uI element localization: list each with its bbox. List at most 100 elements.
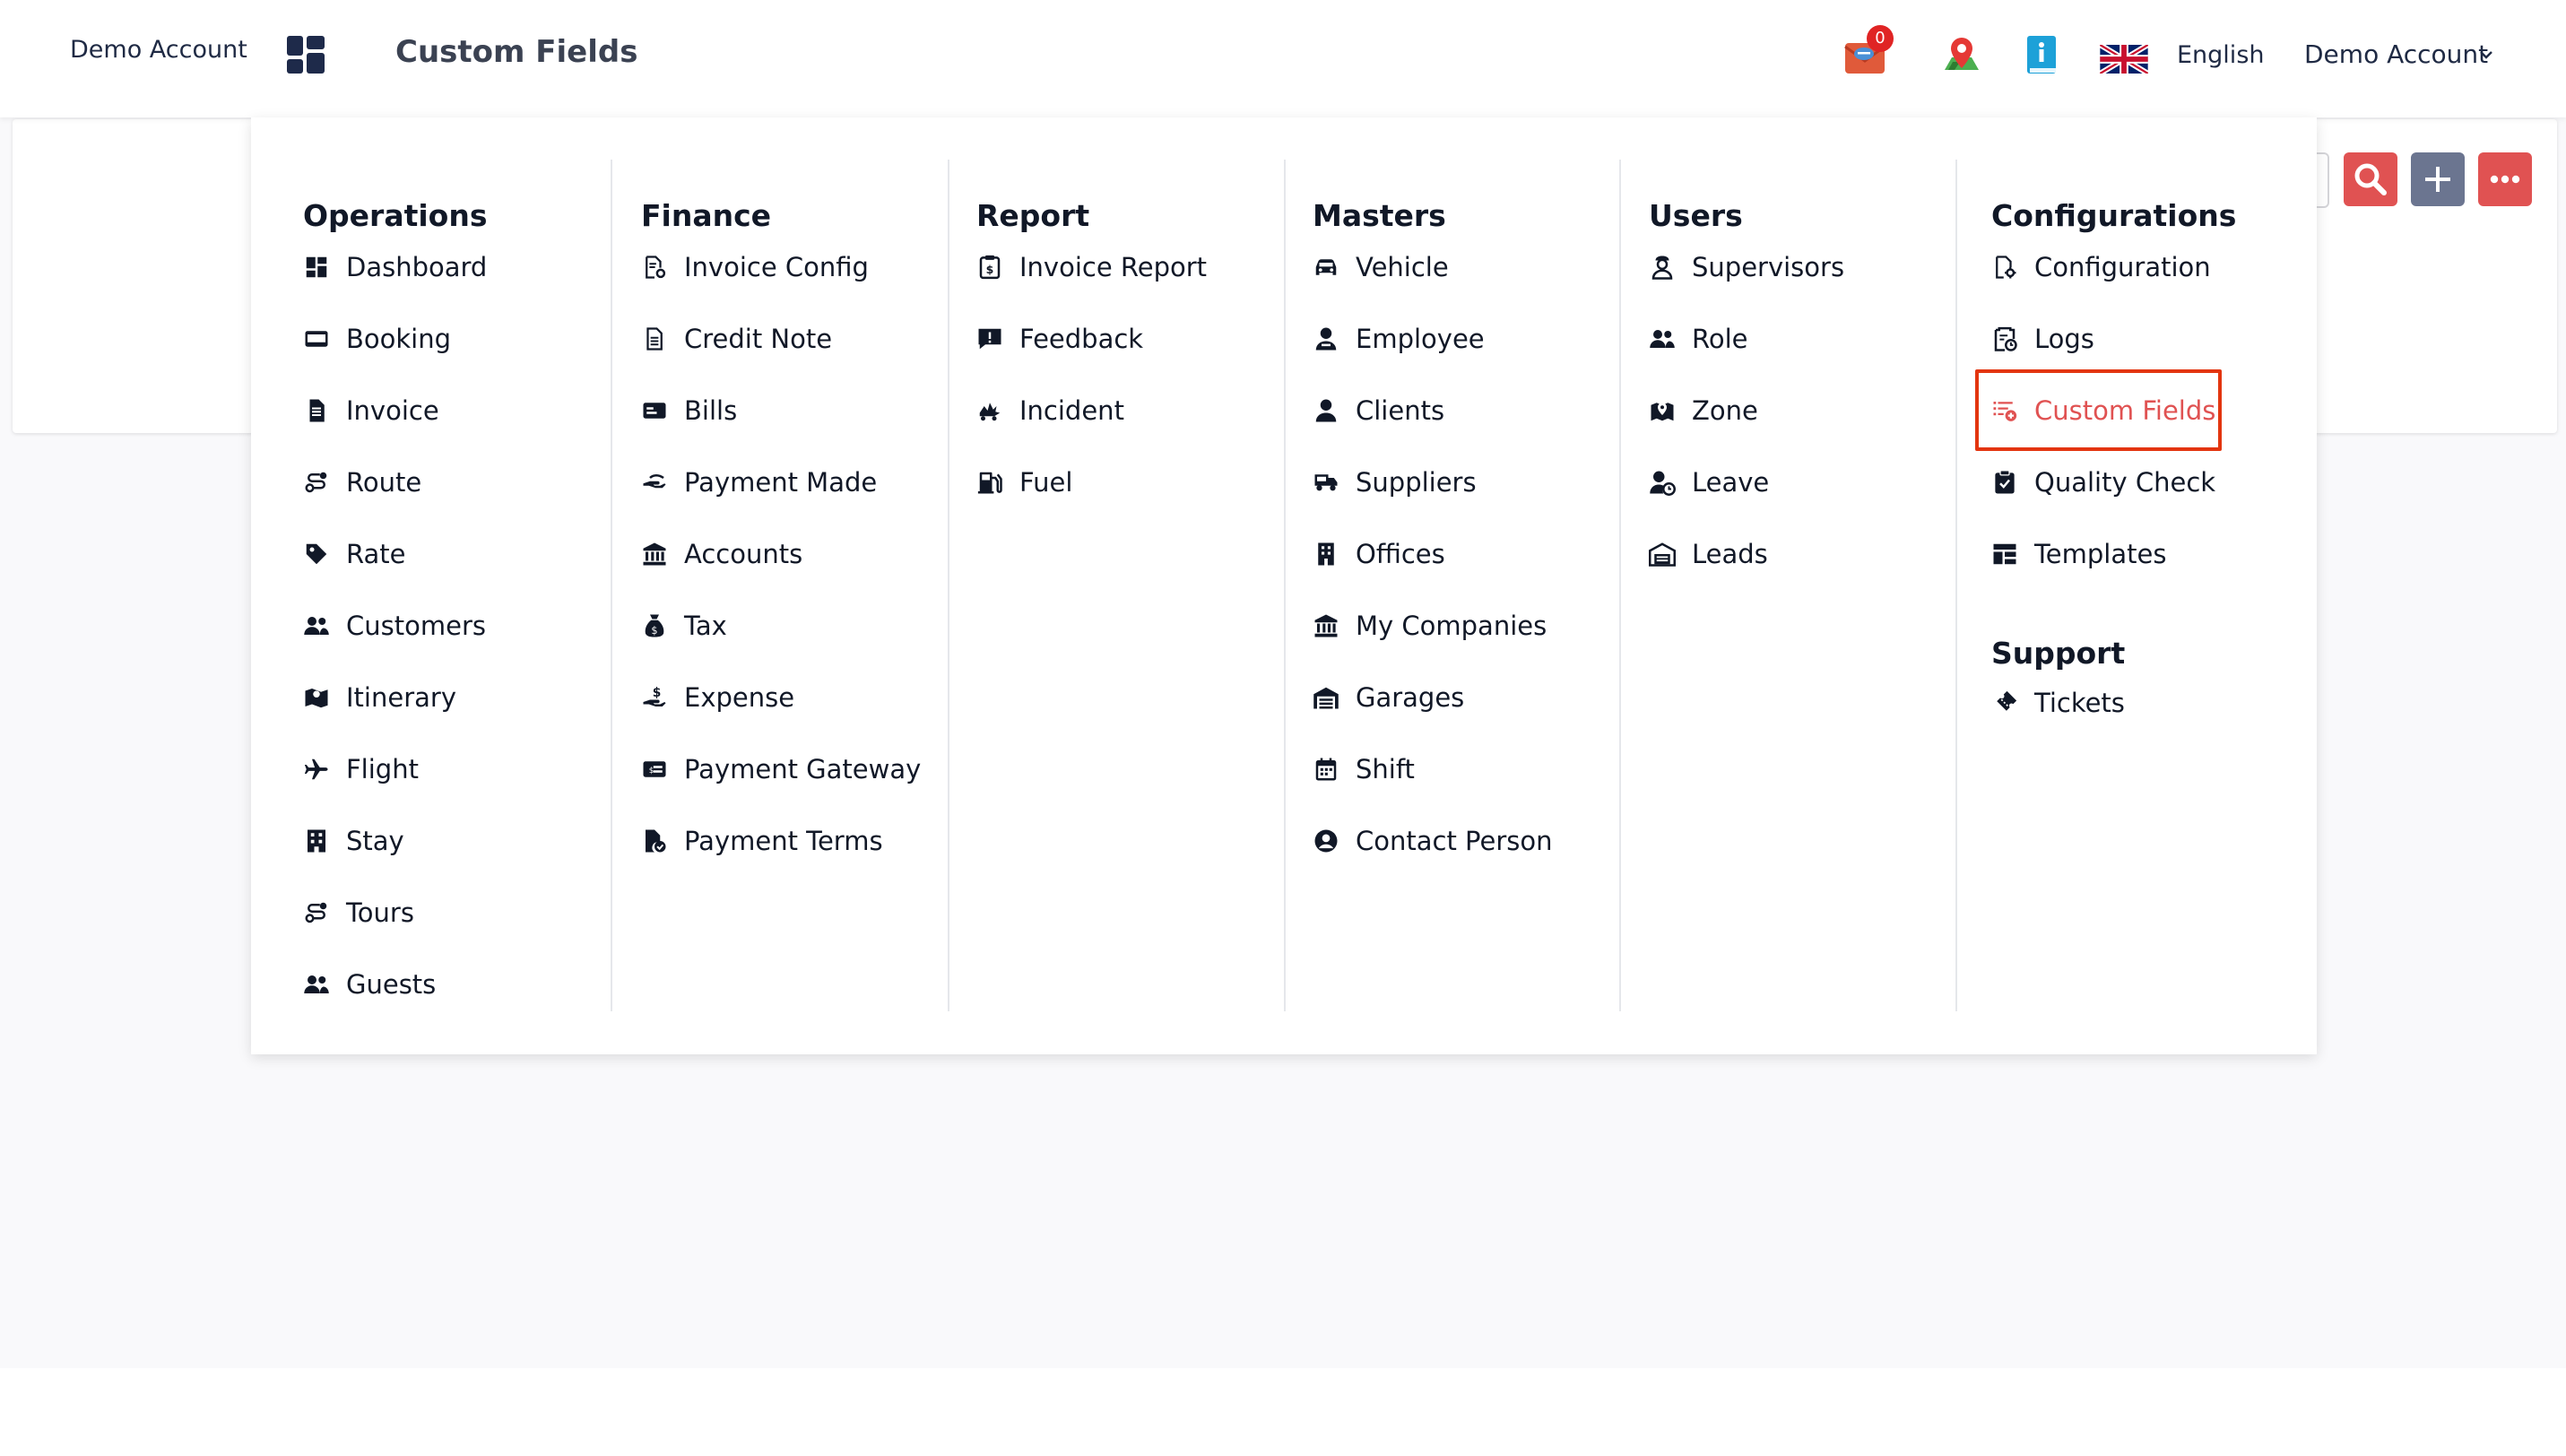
add-button[interactable] — [2411, 152, 2465, 206]
menu-item-credit-note[interactable]: Credit Note — [641, 319, 832, 359]
menu-item-suppliers[interactable]: Suppliers — [1313, 463, 1477, 502]
menu-column-report: Report Invoice Report Feedback Incident Fue… — [976, 160, 1272, 1011]
menu-item-expense[interactable]: Expense — [641, 678, 794, 717]
menu-item-quality-check[interactable]: Quality Check — [1991, 463, 2215, 502]
help-book-icon[interactable] — [2019, 32, 2064, 77]
menu-item-rate[interactable]: Rate — [303, 534, 406, 574]
menu-item-feedback[interactable]: Feedback — [976, 319, 1143, 359]
menu-item-label: Quality Check — [2034, 467, 2216, 498]
menu-item-label: Credit Note — [684, 324, 833, 354]
menu-item-tickets[interactable]: Tickets — [1991, 683, 2125, 723]
file-settings-icon — [1991, 254, 2018, 281]
menu-item-configuration[interactable]: Configuration — [1991, 247, 2211, 287]
menu-item-label: Itinerary — [346, 682, 456, 713]
file-gear-icon — [641, 254, 668, 281]
language-selector[interactable]: English — [2177, 41, 2265, 69]
menu-item-garages[interactable]: Garages — [1313, 678, 1464, 717]
menu-item-guests[interactable]: Guests — [303, 965, 436, 1004]
finance-heading: Finance — [641, 198, 772, 233]
menu-item-label: Shift — [1356, 754, 1415, 784]
menu-item-label: Expense — [684, 682, 795, 713]
search-button[interactable] — [2344, 152, 2397, 206]
hand-money-icon — [641, 469, 668, 496]
menu-item-stay[interactable]: Stay — [303, 821, 404, 861]
more-options-button[interactable] — [2478, 152, 2532, 206]
user-menu[interactable]: Demo Account — [2304, 39, 2488, 69]
menu-column-users: Users Supervisors Role Zone Leave Leads — [1649, 160, 1945, 1011]
page-title: Custom Fields — [395, 34, 638, 70]
booking-icon — [303, 325, 330, 352]
clipboard-check-icon — [1991, 469, 2018, 496]
menu-item-payment-made[interactable]: Payment Made — [641, 463, 877, 502]
menu-item-zone[interactable]: Zone — [1649, 391, 1758, 430]
support-heading: Support — [1991, 636, 2126, 671]
menu-item-shift[interactable]: Shift — [1313, 750, 1415, 789]
uk-flag-icon[interactable] — [2100, 45, 2148, 74]
menu-item-invoice-config[interactable]: Invoice Config — [641, 247, 869, 287]
menu-item-label: Employee — [1356, 324, 1485, 354]
money-bill-icon — [641, 397, 668, 424]
clipboard-clock-icon — [1991, 325, 2018, 352]
menu-item-clients[interactable]: Clients — [1313, 391, 1444, 430]
menu-item-label: Customers — [346, 611, 486, 641]
menu-item-dashboard[interactable]: Dashboard — [303, 247, 487, 287]
layout-icon — [1991, 541, 2018, 568]
menu-item-booking[interactable]: Booking — [303, 319, 451, 359]
route-icon — [303, 469, 330, 496]
gas-pump-icon — [976, 469, 1003, 496]
menu-item-leads[interactable]: Leads — [1649, 534, 1768, 574]
map-location-icon[interactable] — [1939, 34, 1984, 79]
menu-item-label: Zone — [1692, 395, 1758, 426]
menu-item-templates[interactable]: Templates — [1991, 534, 2166, 574]
menu-item-itinerary[interactable]: Itinerary — [303, 678, 456, 717]
menu-item-label: Tax — [684, 611, 727, 641]
menu-item-bills[interactable]: Bills — [641, 391, 737, 430]
menu-item-label: Payment Terms — [684, 826, 883, 856]
menu-item-label: Route — [346, 467, 422, 498]
guests-icon — [303, 971, 330, 998]
menu-item-route[interactable]: Route — [303, 463, 421, 502]
menu-item-label: Booking — [346, 324, 452, 354]
search-icon — [2354, 163, 2387, 195]
menu-item-vehicle[interactable]: Vehicle — [1313, 247, 1449, 287]
calendar-icon — [1313, 756, 1339, 783]
menu-item-role[interactable]: Role — [1649, 319, 1748, 359]
menu-item-label: Feedback — [1019, 324, 1144, 354]
menu-item-payment-gateway[interactable]: Payment Gateway — [641, 750, 921, 789]
menu-item-incident[interactable]: Incident — [976, 391, 1124, 430]
plus-icon — [2425, 167, 2450, 192]
column-divider — [1955, 160, 1957, 1011]
menu-item-employee[interactable]: Employee — [1313, 319, 1485, 359]
menu-item-accounts[interactable]: Accounts — [641, 534, 802, 574]
apps-grid-icon[interactable] — [285, 34, 326, 75]
menu-item-tours[interactable]: Tours — [303, 893, 414, 932]
menu-item-logs[interactable]: Logs — [1991, 319, 2094, 359]
menu-item-my-companies[interactable]: My Companies — [1313, 606, 1547, 646]
menu-column-finance: Finance Invoice Config Credit Note Bills Pa… — [641, 160, 937, 1011]
garage-icon — [1313, 684, 1339, 711]
truck-icon — [1313, 469, 1339, 496]
menu-item-contact-person[interactable]: Contact Person — [1313, 821, 1553, 861]
clipboard-dollar-icon — [976, 254, 1003, 281]
menu-item-fuel[interactable]: Fuel — [976, 463, 1072, 502]
menu-item-label: Contact Person — [1356, 826, 1553, 856]
menu-item-customers[interactable]: Customers — [303, 606, 486, 646]
menu-item-invoice-report[interactable]: Invoice Report — [976, 247, 1207, 287]
menu-item-tax[interactable]: Tax — [641, 606, 727, 646]
dashboard-icon — [303, 254, 330, 281]
menu-item-flight[interactable]: Flight — [303, 750, 419, 789]
menu-item-payment-terms[interactable]: Payment Terms — [641, 821, 883, 861]
configurations-heading: Configurations — [1991, 198, 2237, 233]
menu-item-leave[interactable]: Leave — [1649, 463, 1769, 502]
map-pin-icon — [1649, 397, 1676, 424]
plane-icon — [303, 756, 330, 783]
menu-item-invoice[interactable]: Invoice — [303, 391, 439, 430]
menu-item-offices[interactable]: Offices — [1313, 534, 1445, 574]
menu-item-label: Tickets — [2034, 688, 2125, 718]
menu-item-label: Guests — [346, 969, 437, 1000]
menu-item-supervisors[interactable]: Supervisors — [1649, 247, 1844, 287]
menu-item-label: My Companies — [1356, 611, 1547, 641]
chevron-down-icon[interactable] — [2476, 45, 2496, 65]
menu-item-label: Payment Made — [684, 467, 878, 498]
menu-item-label: Bills — [684, 395, 738, 426]
